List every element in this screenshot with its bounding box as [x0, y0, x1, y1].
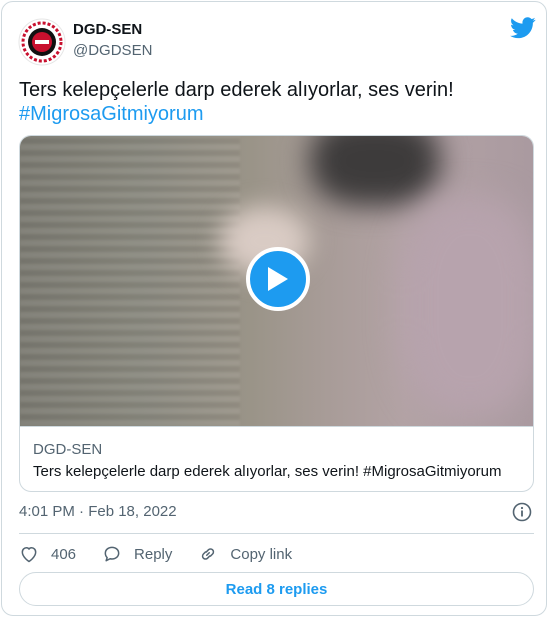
media-card-description: Ters kelepçelerle darp ederek alıyorlar,… [33, 463, 502, 480]
author-name[interactable]: DGD-SEN [73, 21, 142, 38]
divider [19, 533, 534, 534]
tweet-text: Ters kelepçelerle darp ederek alıyorlar,… [19, 78, 529, 126]
hashtag-link[interactable]: #MigrosaGitmiyorum [19, 102, 529, 126]
video-thumbnail[interactable] [20, 136, 533, 426]
like-count: 406 [51, 545, 77, 563]
avatar[interactable] [18, 18, 66, 66]
media-caption[interactable]: DGD-SEN Ters kelepçelerle darp ederek al… [20, 426, 533, 491]
copy-link-button[interactable]: Copy link [198, 544, 292, 564]
twitter-bird-icon[interactable] [510, 17, 536, 39]
reply-icon [104, 546, 120, 562]
action-bar: 406 Reply Copy link [19, 542, 318, 566]
info-icon[interactable] [512, 502, 532, 522]
heart-icon [21, 547, 37, 563]
play-button[interactable] [246, 247, 310, 311]
copy-link-label: Copy link [230, 545, 293, 563]
media-card[interactable]: DGD-SEN Ters kelepçelerle darp ederek al… [19, 135, 534, 492]
play-icon [268, 267, 288, 291]
link-icon [202, 548, 215, 560]
reply-label: Reply [134, 545, 173, 563]
reply-button[interactable]: Reply [102, 544, 172, 564]
author-handle[interactable]: @DGDSEN [73, 42, 152, 59]
tweet-body: Ters kelepçelerle darp ederek alıyorlar,… [19, 79, 454, 101]
like-button[interactable]: 406 [19, 544, 76, 564]
tweet-card[interactable]: DGD-SEN @DGDSEN Ters kelepçelerle darp e… [1, 1, 547, 616]
media-card-title: DGD-SEN [33, 441, 103, 458]
tweet-timestamp[interactable]: 4:01 PM · Feb 18, 2022 [19, 503, 177, 520]
dgd-sen-logo-icon [18, 18, 66, 66]
read-replies-button[interactable]: Read 8 replies [19, 572, 534, 606]
